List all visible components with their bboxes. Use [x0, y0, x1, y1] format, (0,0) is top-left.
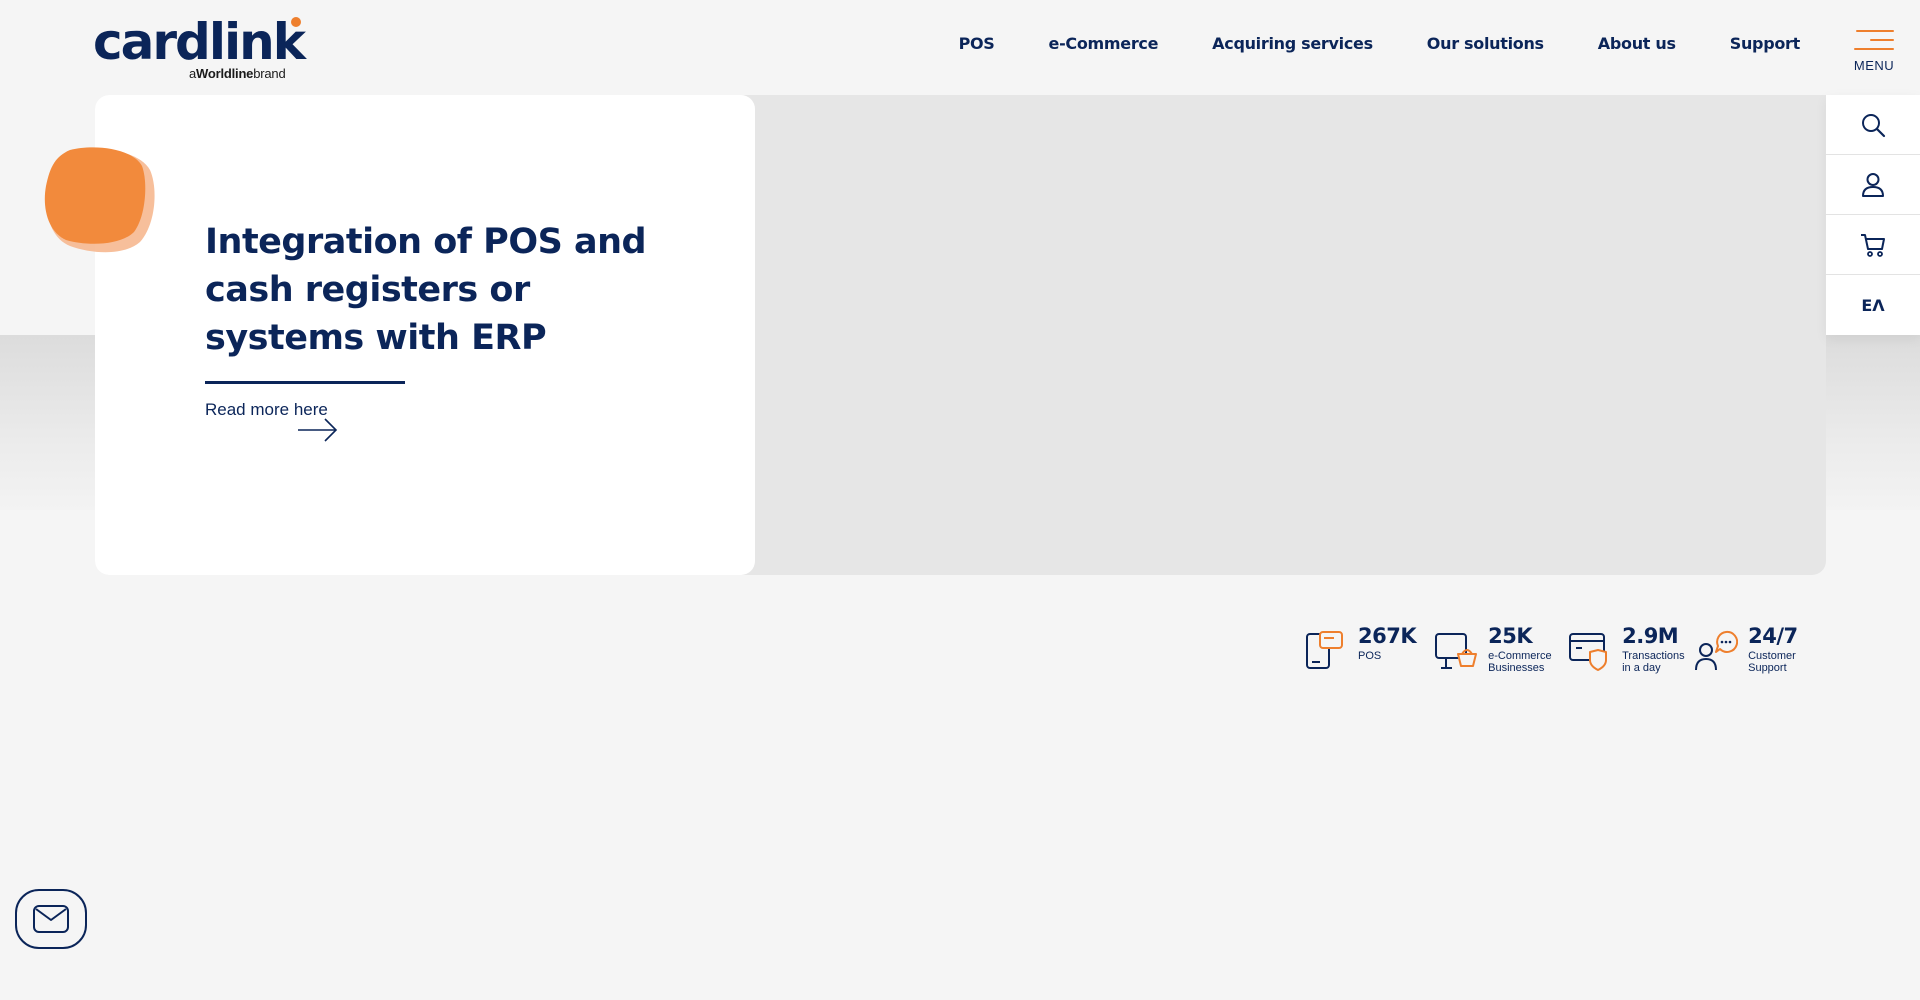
main-nav: POS e-Commerce Acquiring services Our so… — [959, 34, 1801, 53]
stat-label: POS — [1358, 650, 1382, 662]
stat-value: 24/7 — [1748, 624, 1798, 648]
decorative-blob-icon — [44, 147, 155, 253]
hamburger-icon — [1854, 28, 1894, 52]
nav-item-pos[interactable]: POS — [959, 34, 995, 53]
logo-tagline: aWorldlinebrand — [189, 66, 286, 81]
stat-pos: 267K POS — [1304, 624, 1417, 674]
stat-value: 2.9M — [1622, 624, 1679, 648]
menu-label: MENU — [1853, 58, 1895, 73]
stat-value: 267K — [1358, 624, 1417, 648]
stat-transactions: 2.9M Transactions in a day — [1568, 624, 1685, 674]
stat-label: e-Commerce Businesses — [1488, 650, 1552, 674]
logo-wordmark: cardlink — [93, 13, 306, 71]
logo-dot — [291, 17, 301, 27]
menu-button[interactable]: MENU — [1850, 28, 1898, 80]
stat-ecommerce: 25K e-Commerce Businesses — [1434, 624, 1554, 674]
pos-terminal-icon — [1306, 631, 1343, 669]
stats-bar: 267K POS 25K e-Commerce Businesses 2.9M … — [1304, 624, 1804, 674]
cart-button[interactable] — [1826, 215, 1920, 275]
stat-label: Transactions in a day — [1622, 650, 1685, 674]
stat-support: 24/7 Customer Support — [1694, 624, 1804, 674]
account-button[interactable] — [1826, 155, 1920, 215]
cart-icon — [1861, 233, 1885, 257]
language-switch[interactable]: ΕΛ — [1826, 275, 1920, 335]
contact-button[interactable] — [15, 889, 87, 949]
utility-rail: ΕΛ — [1826, 95, 1920, 335]
nav-item-our-solutions[interactable]: Our solutions — [1427, 34, 1544, 53]
cardlink-logo[interactable]: cardlink aWorldlinebrand — [93, 12, 308, 82]
mail-icon — [33, 905, 69, 933]
nav-item-ecommerce[interactable]: e-Commerce — [1049, 34, 1159, 53]
user-icon — [1862, 172, 1884, 197]
nav-item-acquiring-services[interactable]: Acquiring services — [1212, 34, 1373, 53]
hero-title-underline — [205, 381, 405, 384]
support-icon — [1695, 630, 1739, 671]
hero-title: Integration of POS and cash registers or… — [205, 222, 647, 358]
ecommerce-icon — [1435, 633, 1478, 669]
search-button[interactable] — [1826, 95, 1920, 155]
nav-item-about-us[interactable]: About us — [1598, 34, 1676, 53]
search-icon — [1862, 113, 1886, 137]
nav-item-support[interactable]: Support — [1730, 34, 1801, 53]
arrow-right-icon[interactable] — [296, 416, 340, 444]
stat-label: Customer Support — [1748, 650, 1796, 674]
stat-value: 25K — [1488, 624, 1533, 648]
language-label: ΕΛ — [1861, 295, 1885, 315]
secure-card-icon — [1569, 633, 1608, 671]
